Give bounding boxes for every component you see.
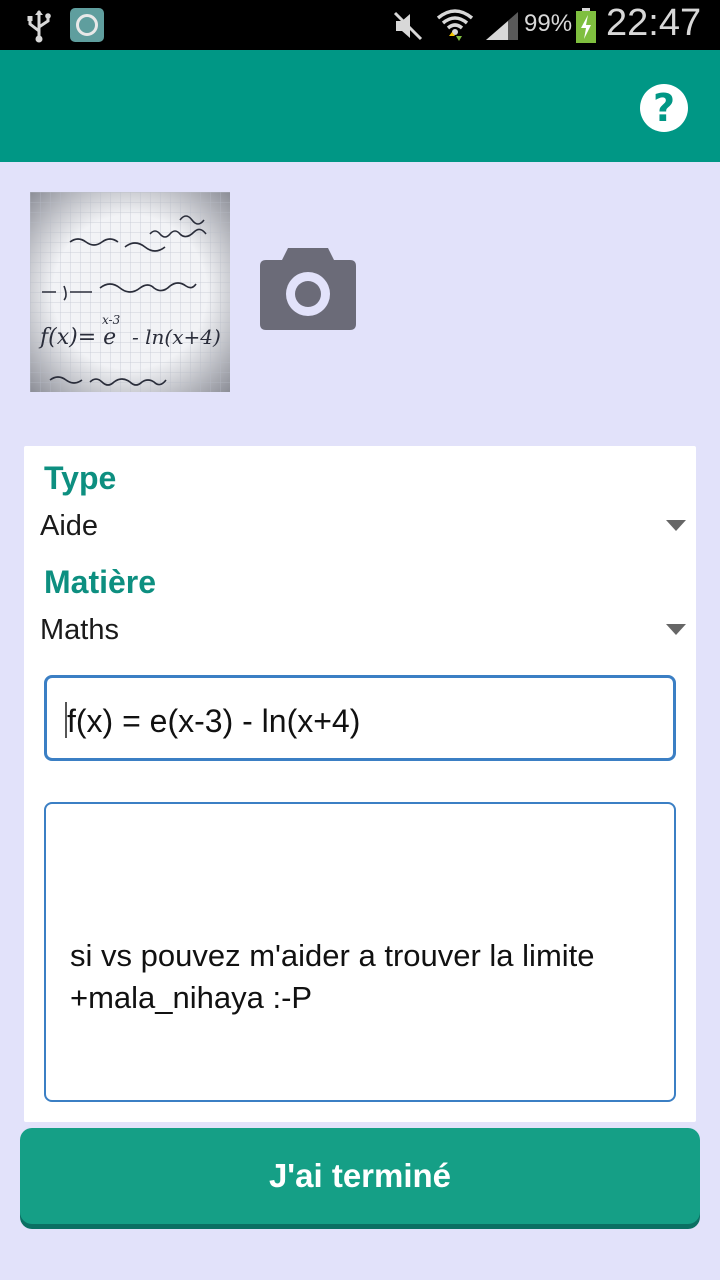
type-label: Type — [44, 460, 117, 496]
description-value: si vs pouvez m'aider a trouver la limite… — [70, 938, 595, 1015]
wifi-icon — [436, 9, 474, 41]
mute-icon — [393, 11, 423, 41]
help-label: ? — [652, 86, 676, 130]
battery-charging-icon — [576, 8, 596, 43]
subject-dropdown-arrow-icon — [666, 624, 686, 635]
form-card: Type Aide Matière Maths f(x) = e(x-3) - … — [24, 446, 696, 1122]
subject-spinner[interactable]: Maths — [24, 610, 696, 654]
svg-text:x-3: x-3 — [102, 313, 121, 327]
type-spinner[interactable]: Aide — [24, 506, 696, 550]
photo-thumbnail[interactable]: f(x)= e x-3 - ln(x+4) — [30, 192, 230, 392]
type-value: Aide — [40, 510, 99, 542]
svg-text:- ln(x+4): - ln(x+4) — [132, 325, 221, 349]
handwritten-math-photo: f(x)= e x-3 - ln(x+4) — [30, 192, 230, 392]
title-input[interactable]: f(x) = e(x-3) - ln(x+4) — [44, 675, 676, 761]
subject-value: Maths — [40, 614, 119, 646]
help-icon[interactable]: ? — [640, 84, 688, 132]
camera-icon[interactable] — [258, 244, 358, 332]
svg-text:f(x)= e: f(x)= e — [38, 325, 116, 350]
submit-label: J'ai terminé — [268, 1157, 452, 1194]
subject-label: Matière — [44, 564, 157, 600]
app-bar: ? — [0, 50, 720, 162]
signal-icon — [486, 12, 518, 40]
app-notification-icon — [70, 8, 104, 42]
usb-icon — [27, 10, 51, 43]
clock: 22:47 — [606, 2, 702, 44]
description-textarea[interactable]: si vs pouvez m'aider a trouver la limite… — [44, 802, 676, 1102]
battery-percent: 99% — [524, 10, 573, 37]
status-bar: 99% 22:47 — [0, 0, 720, 50]
submit-button[interactable]: J'ai terminé — [20, 1128, 700, 1224]
type-dropdown-arrow-icon — [666, 520, 686, 531]
title-input-value: f(x) = e(x-3) - ln(x+4) — [67, 703, 361, 739]
